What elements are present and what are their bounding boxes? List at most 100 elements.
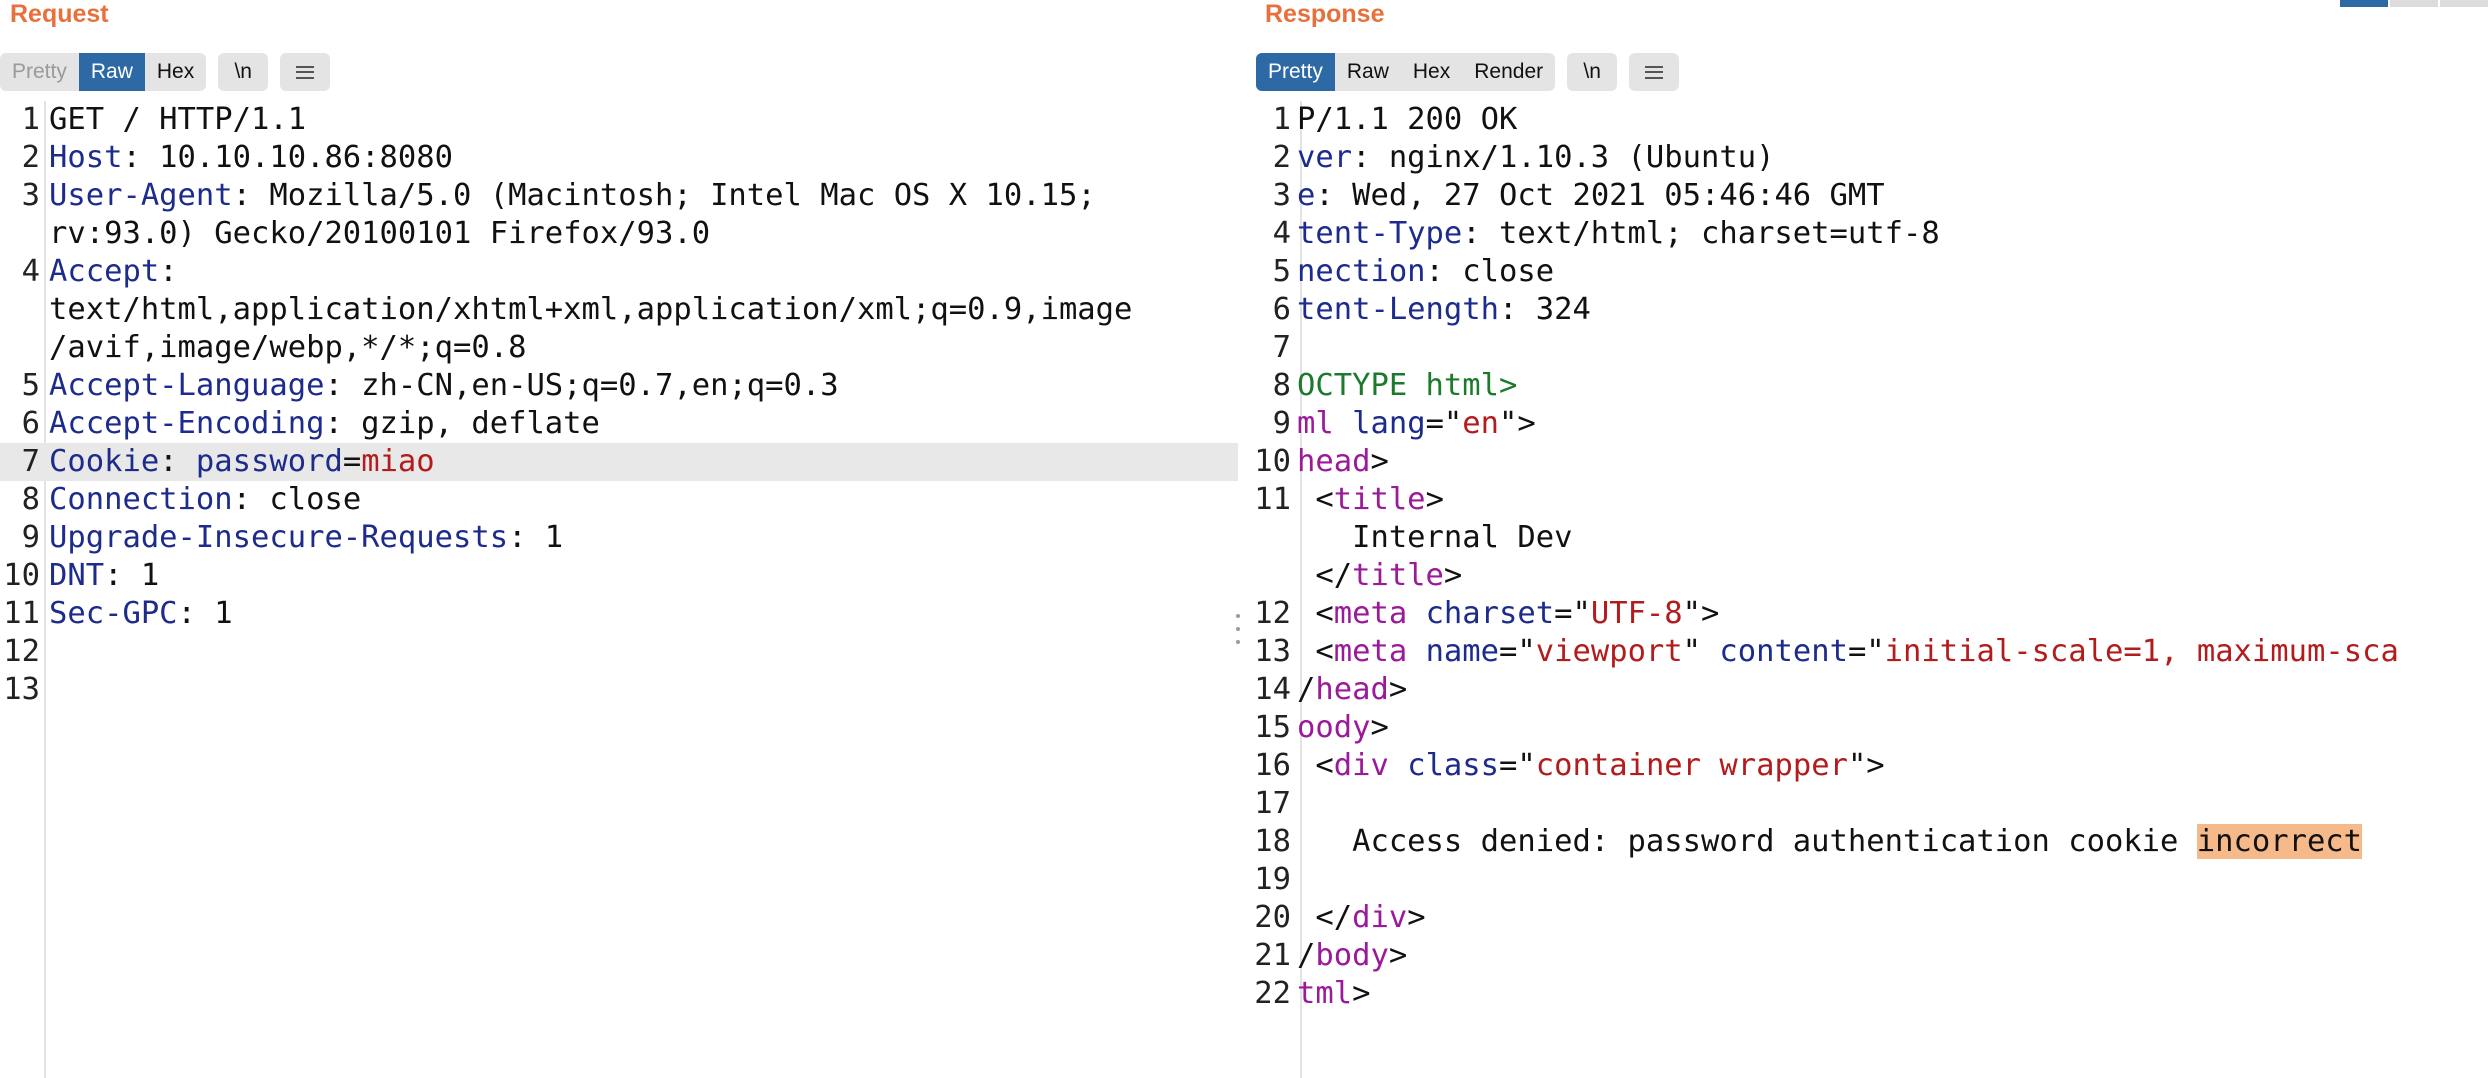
response-line-text: <title>	[1297, 481, 1444, 519]
response-line-number: 3	[1272, 178, 1291, 213]
request-line-text: DNT: 1	[49, 557, 159, 595]
response-line-number: 21	[1254, 938, 1291, 973]
response-code-line: 17	[1252, 785, 2488, 823]
code-token: Internal Dev	[1297, 520, 1573, 555]
response-tab-render[interactable]: Render	[1462, 53, 1555, 91]
request-code-line: 13	[0, 671, 1238, 709]
response-line-text: e: Wed, 27 Oct 2021 05:46:46 GMT	[1297, 177, 1885, 215]
request-line-number: 7	[21, 444, 40, 479]
code-token: UTF-8	[1590, 596, 1683, 631]
request-line-text: text/html,application/xhtml+xml,applicat…	[49, 291, 1132, 329]
layout-option-vertical[interactable]	[2440, 0, 2488, 7]
response-line-number: 10	[1254, 444, 1291, 479]
code-token: :	[159, 254, 178, 289]
response-tab-hex[interactable]: Hex	[1401, 53, 1462, 91]
request-code-line: 1 GET / HTTP/1.1	[0, 101, 1238, 139]
code-token: : 1	[177, 596, 233, 631]
response-line-number: 15	[1254, 710, 1291, 745]
code-token: <	[1297, 634, 1334, 669]
code-token: >	[1370, 710, 1389, 745]
response-code-line: </title>	[1252, 557, 2488, 595]
code-token: Accept-Language	[49, 368, 325, 403]
response-line-text: </div>	[1297, 899, 1426, 937]
response-code-line: 18 Access denied: password authenticatio…	[1252, 823, 2488, 861]
response-line-number: 12	[1254, 596, 1291, 631]
request-newline-toggle[interactable]: \n	[218, 53, 269, 91]
response-menu-button[interactable]	[1629, 53, 1680, 91]
code-token: : Wed, 27 Oct 2021 05:46:46 GMT	[1315, 178, 1885, 213]
response-line-number: 17	[1254, 786, 1291, 821]
response-line-text: <meta charset="UTF-8">	[1297, 595, 1719, 633]
code-token: /	[1297, 938, 1316, 973]
request-code-line: /avif,image/webp,*/*;q=0.8	[0, 329, 1238, 367]
request-view-tabs: Pretty Raw Hex	[0, 53, 207, 91]
code-token: ="	[1499, 748, 1536, 783]
request-code-line: 5 Accept-Language: zh-CN,en-US;q=0.7,en;q…	[0, 367, 1238, 405]
response-line-text: /body>	[1297, 937, 1407, 975]
code-token: : zh-CN,en-US;q=0.7,en;q=0.3	[324, 368, 839, 403]
response-code-line: 21/body>	[1252, 937, 2488, 975]
response-code-line: 22 tml>	[1252, 975, 2488, 1013]
response-line-text: tent-Type: text/html; charset=utf-8	[1297, 215, 1940, 253]
response-line-text: <meta name="viewport" content="initial-s…	[1297, 633, 2398, 671]
response-line-number: 13	[1254, 634, 1291, 669]
code-token: GET / HTTP/1.1	[49, 102, 307, 137]
response-line-number: 19	[1254, 862, 1291, 897]
response-code-line: 15 oody>	[1252, 709, 2488, 747]
request-line-number: 6	[21, 406, 40, 441]
request-tab-pretty[interactable]: Pretty	[0, 53, 79, 91]
response-code-line: 12 <meta charset="UTF-8">	[1252, 595, 2488, 633]
request-menu-button[interactable]	[280, 53, 331, 91]
code-token: >	[1352, 976, 1371, 1011]
code-token: text/html,application/xhtml+xml,applicat…	[49, 292, 1133, 327]
code-token: : nginx/1.10.3 (Ubuntu)	[1352, 140, 1775, 175]
response-tab-pretty[interactable]: Pretty	[1256, 53, 1335, 91]
response-code-line: 14/head>	[1252, 671, 2488, 709]
code-token: head	[1297, 444, 1371, 479]
code-token: >	[1407, 900, 1426, 935]
request-tab-raw[interactable]: Raw	[78, 53, 145, 91]
layout-option-split[interactable]	[2340, 0, 2388, 7]
hamburger-menu-icon	[1645, 65, 1664, 79]
code-token: DNT	[49, 558, 105, 593]
response-line-number: 8	[1272, 368, 1291, 403]
request-code-line: 9 Upgrade-Insecure-Requests: 1	[0, 519, 1238, 557]
response-line-text: /head>	[1297, 671, 1407, 709]
code-token: : Mozilla/5.0 (Macintosh; Intel Mac OS X…	[232, 178, 1096, 213]
code-token: name	[1425, 634, 1500, 669]
code-token: ="	[1499, 634, 1536, 669]
request-tab-hex[interactable]: Hex	[145, 53, 206, 91]
code-token: password	[195, 444, 343, 479]
response-line-number: 7	[1272, 330, 1291, 365]
request-line-number: 2	[21, 140, 40, 175]
layout-toggle[interactable]	[2338, 0, 2488, 7]
request-line-text: Accept:	[49, 253, 178, 291]
code-token: OCTYPE html>	[1297, 368, 1518, 403]
response-line-text: <div class="container wrapper">	[1297, 747, 1884, 785]
response-line-number: 11	[1254, 482, 1291, 517]
request-editor[interactable]: 1 GET / HTTP/1.1 2 Host: 10.10.10.86:8080 3 U…	[0, 101, 1238, 1078]
response-line-number: 20	[1254, 900, 1291, 935]
code-token: rv:93.0) Gecko/20100101 Firefox/93.0	[49, 216, 711, 251]
code-token: ">	[1682, 596, 1720, 631]
splitter-grip-icon[interactable]	[1236, 614, 1240, 644]
response-line-number: 9	[1272, 406, 1291, 441]
request-line-text: Sec-GPC: 1	[49, 595, 233, 633]
response-line-number: 6	[1272, 292, 1291, 327]
code-token: ml	[1297, 406, 1334, 441]
request-line-number: 4	[21, 254, 40, 289]
response-editor[interactable]: 1 P/1.1 200 OK 2 ver: nginx/1.10.3 (Ubuntu)…	[1252, 101, 2488, 1078]
code-token: </	[1297, 900, 1353, 935]
code-token: head	[1315, 672, 1389, 707]
code-token: <	[1297, 748, 1334, 783]
response-line-text: </title>	[1297, 557, 1462, 595]
response-title: Response	[1265, 0, 1385, 28]
response-code-line: 20 </div>	[1252, 899, 2488, 937]
request-line-text: rv:93.0) Gecko/20100101 Firefox/93.0	[49, 215, 710, 253]
response-newline-toggle[interactable]: \n	[1567, 53, 1618, 91]
layout-option-horizontal[interactable]	[2390, 0, 2438, 7]
pane-splitter[interactable]	[1238, 0, 1252, 1078]
response-tab-raw[interactable]: Raw	[1335, 53, 1401, 91]
